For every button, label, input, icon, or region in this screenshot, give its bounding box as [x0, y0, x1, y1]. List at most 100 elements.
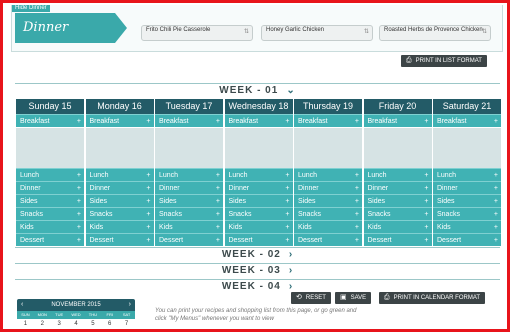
meal-slot[interactable]: Kids + — [224, 220, 293, 233]
meal-slot[interactable]: Sides + — [155, 194, 223, 207]
meal-slot[interactable]: Dessert + — [16, 233, 84, 246]
add-icon[interactable]: + — [424, 234, 428, 247]
week-02-header[interactable]: WEEK - 02 › — [15, 247, 500, 262]
meal-slot[interactable]: Dinner + — [363, 181, 432, 194]
add-icon[interactable]: + — [146, 115, 150, 128]
meal-slot[interactable]: Snacks + — [294, 207, 362, 220]
meal-slot[interactable]: Lunch + — [16, 168, 84, 181]
meal-slot[interactable]: Breakfast + — [85, 114, 154, 128]
meal-slot[interactable]: Snacks + — [16, 207, 84, 220]
breakfast-drop-area[interactable] — [224, 127, 293, 168]
breakfast-drop-area[interactable] — [16, 127, 84, 168]
week-03-header[interactable]: WEEK - 03 › — [15, 263, 500, 278]
hide-dinner-tab[interactable]: Hide Dinner — [12, 5, 50, 12]
meal-slot[interactable]: Kids + — [433, 220, 501, 233]
date-cell[interactable]: 4 — [68, 319, 85, 329]
meal-slot[interactable]: Dessert + — [433, 233, 501, 246]
mini-calendar: ‹ NOVEMBER 2015 › SUN MON TUE WED THU FRI SAT … — [17, 299, 135, 329]
meal-slot[interactable]: Lunch + — [294, 168, 362, 181]
add-icon[interactable]: + — [494, 234, 498, 247]
day-column: Saturday 21 Breakfast + Lunch + Dinner + Sides +… — [433, 99, 501, 246]
recipe-card[interactable]: Honey Garlic Chicken ⇅ — [261, 25, 373, 41]
meal-slot[interactable]: Sides + — [224, 194, 293, 207]
meal-slot[interactable]: Dessert + — [85, 233, 154, 247]
date-cell[interactable]: 5 — [84, 319, 101, 329]
add-icon[interactable]: + — [216, 234, 220, 247]
drag-arrows-icon[interactable]: ⇅ — [364, 29, 369, 36]
breakfast-drop-area[interactable] — [85, 127, 154, 168]
meal-slot[interactable]: Dessert + — [155, 233, 223, 246]
meal-slot[interactable]: Dinner + — [155, 181, 223, 194]
meal-slot-label: Snacks — [367, 211, 391, 218]
meal-slot[interactable]: Breakfast + — [155, 114, 223, 127]
breakfast-drop-area[interactable] — [433, 127, 501, 168]
meal-slot[interactable]: Dinner + — [85, 181, 154, 194]
add-icon[interactable]: + — [216, 115, 220, 128]
meal-slot-label: Breakfast — [228, 118, 259, 125]
breakfast-drop-area[interactable] — [155, 127, 223, 168]
meal-slot[interactable]: Snacks + — [363, 207, 432, 220]
meal-slot[interactable]: Dinner + — [224, 181, 293, 194]
add-icon[interactable]: + — [494, 115, 498, 128]
info-text: You can print your recipes and shopping … — [155, 308, 357, 322]
date-cell[interactable]: 3 — [51, 319, 68, 329]
meal-slot[interactable]: Snacks + — [224, 207, 293, 220]
date-cell[interactable]: 6 — [101, 319, 118, 329]
add-icon[interactable]: + — [424, 115, 428, 128]
add-icon[interactable]: + — [355, 115, 359, 128]
print-calendar-button[interactable]: ⎙ PRINT IN CALENDAR FORMAT — [379, 292, 486, 304]
add-icon[interactable]: + — [285, 234, 289, 247]
meal-slot[interactable]: Kids + — [155, 220, 223, 233]
breakfast-drop-area[interactable] — [294, 127, 362, 168]
meal-slot[interactable]: Lunch + — [85, 168, 154, 181]
date-cell[interactable]: 7 — [118, 319, 135, 329]
meal-slot[interactable]: Dessert + — [224, 233, 293, 247]
meal-slot[interactable]: Kids + — [363, 220, 432, 233]
meal-slot[interactable]: Dinner + — [294, 181, 362, 194]
meal-slot-label: Lunch — [159, 172, 179, 179]
add-icon[interactable]: + — [146, 234, 150, 247]
meal-slot[interactable]: Lunch + — [155, 168, 223, 181]
meal-slot[interactable]: Kids + — [294, 220, 362, 233]
meal-slot[interactable]: Lunch + — [433, 168, 501, 181]
add-icon[interactable]: + — [77, 234, 81, 247]
date-cell[interactable]: 2 — [34, 319, 51, 329]
meal-slot[interactable]: Kids + — [16, 220, 84, 233]
meal-slot[interactable]: Snacks + — [155, 207, 223, 220]
meal-slot[interactable]: Dessert + — [294, 233, 362, 246]
meal-slot[interactable]: Breakfast + — [433, 114, 501, 127]
meal-slot[interactable]: Breakfast + — [16, 114, 84, 127]
recipe-card[interactable]: Roasted Herbs de Provence Chicken ⇅ — [379, 25, 491, 41]
meal-slot[interactable]: Sides + — [85, 194, 154, 207]
week-01-header[interactable]: WEEK - 01 ⌄ — [15, 83, 500, 98]
meal-slot[interactable]: Sides + — [16, 194, 84, 207]
recipe-card[interactable]: Frito Chili Pie Casserole ⇅ — [141, 25, 253, 41]
meal-slot[interactable]: Dessert + — [363, 233, 432, 247]
meal-slot-label: Sides — [20, 198, 38, 205]
meal-slot[interactable]: Sides + — [294, 194, 362, 207]
reset-button[interactable]: ⟲ RESET — [291, 292, 331, 304]
meal-slot[interactable]: Dinner + — [433, 181, 501, 194]
add-icon[interactable]: + — [77, 115, 81, 128]
meal-slot[interactable]: Lunch + — [224, 168, 293, 181]
meal-slot[interactable]: Sides + — [363, 194, 432, 207]
drag-arrows-icon[interactable]: ⇅ — [244, 29, 249, 36]
meal-slot[interactable]: Sides + — [433, 194, 501, 207]
date-cell[interactable]: 1 — [17, 319, 34, 329]
meal-slot[interactable]: Snacks + — [433, 207, 501, 220]
meal-slot[interactable]: Kids + — [85, 220, 154, 233]
meal-slot[interactable]: Lunch + — [363, 168, 432, 181]
meal-slot[interactable]: Breakfast + — [363, 114, 432, 128]
drag-arrows-icon[interactable]: ⇅ — [482, 29, 487, 36]
breakfast-drop-area[interactable] — [363, 127, 432, 168]
prev-month-icon[interactable]: ‹ — [21, 299, 23, 311]
meal-slot[interactable]: Breakfast + — [224, 114, 293, 128]
next-month-icon[interactable]: › — [129, 299, 131, 311]
print-list-button[interactable]: ⎙ PRINT IN LIST FORMAT — [401, 55, 487, 67]
meal-slot[interactable]: Breakfast + — [294, 114, 362, 127]
add-icon[interactable]: + — [285, 115, 289, 128]
save-button[interactable]: ▣ SAVE — [335, 292, 372, 304]
add-icon[interactable]: + — [355, 234, 359, 247]
meal-slot[interactable]: Snacks + — [85, 207, 154, 220]
meal-slot[interactable]: Dinner + — [16, 181, 84, 194]
